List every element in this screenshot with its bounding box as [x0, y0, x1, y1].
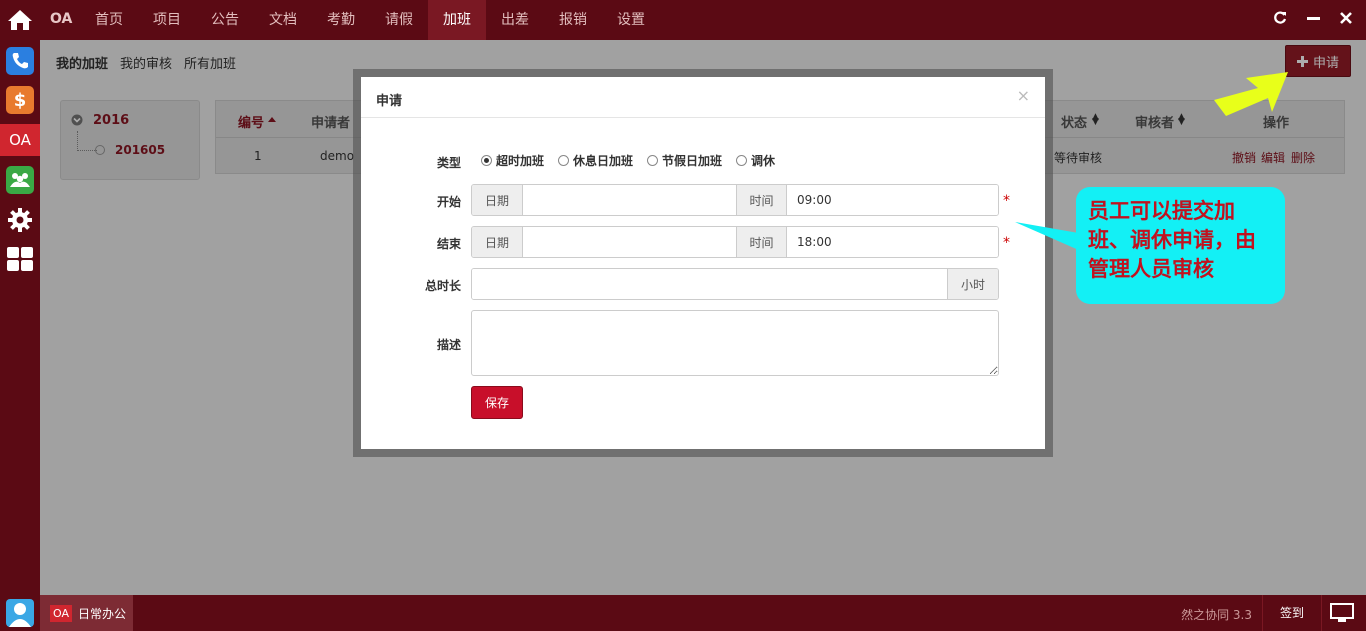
- duration-input[interactable]: [472, 269, 947, 299]
- version-label: 然之协同 3.3: [1181, 608, 1252, 622]
- desc-label: 描述: [436, 338, 461, 352]
- refresh-icon[interactable]: [1273, 11, 1287, 29]
- start-label: 开始: [436, 195, 461, 209]
- nav-leave[interactable]: 请假: [370, 0, 428, 40]
- start-input-group: 日期 时间: [471, 184, 999, 216]
- end-time-addon: 时间: [736, 227, 787, 257]
- radio-overtime[interactable]: 超时加班: [481, 152, 544, 169]
- bottom-bar: OA 日常办公 然之协同 3.3 签到: [0, 595, 1366, 631]
- radio-dot-icon: [558, 155, 569, 166]
- taskbar-oa-icon: OA: [50, 604, 72, 622]
- gear-icon[interactable]: [6, 206, 34, 234]
- window-controls: [1273, 0, 1352, 40]
- end-date-input[interactable]: [523, 227, 736, 257]
- nav-overtime[interactable]: 加班: [428, 0, 486, 40]
- phone-icon[interactable]: [6, 47, 34, 75]
- radio-weekend[interactable]: 休息日加班: [558, 152, 633, 169]
- apply-dialog: 申请 × 类型 超时加班 休息日加班 节假日加班 调休 开始 日期 时间 * 结…: [361, 77, 1045, 449]
- taskbar-label: 日常办公: [78, 606, 127, 621]
- taskbar-item[interactable]: OA 日常办公: [40, 595, 133, 631]
- nav-home[interactable]: 首页: [80, 0, 138, 40]
- end-time-input[interactable]: [787, 227, 998, 257]
- nav-trip[interactable]: 出差: [486, 0, 544, 40]
- radio-dot-icon: [481, 155, 492, 166]
- duration-input-group: 小时: [471, 268, 999, 300]
- annotation-callout: 员工可以提交加班、调休申请，由管理人员审核: [1076, 187, 1285, 304]
- top-nav: 首页 项目 公告 文档 考勤 请假 加班 出差 报销 设置: [80, 0, 660, 40]
- grid-apps-icon[interactable]: [6, 245, 34, 273]
- end-label: 结束: [436, 237, 461, 251]
- radio-weekend-label: 休息日加班: [573, 154, 634, 168]
- dollar-icon[interactable]: $: [6, 86, 34, 114]
- duration-unit-addon: 小时: [947, 269, 998, 299]
- dialog-title: 申请: [376, 94, 403, 109]
- nav-project[interactable]: 项目: [138, 0, 196, 40]
- end-date-addon: 日期: [472, 227, 523, 257]
- minimize-icon[interactable]: [1307, 11, 1320, 29]
- dialog-close-icon[interactable]: ×: [1017, 86, 1030, 105]
- nav-attendance[interactable]: 考勤: [312, 0, 370, 40]
- radio-compensatory[interactable]: 调休: [736, 152, 775, 169]
- app-dock: $ OA: [0, 40, 40, 595]
- brand-label: OA: [50, 11, 73, 27]
- start-date-input[interactable]: [523, 185, 736, 215]
- radio-holiday[interactable]: 节假日加班: [647, 152, 722, 169]
- type-label: 类型: [436, 156, 461, 170]
- required-mark: *: [1003, 193, 1010, 209]
- user-avatar-icon[interactable]: [6, 599, 34, 627]
- dialog-header: 申请 ×: [361, 77, 1045, 118]
- signin-button[interactable]: 签到: [1262, 595, 1322, 631]
- start-date-addon: 日期: [472, 185, 523, 215]
- nav-settings[interactable]: 设置: [602, 0, 660, 40]
- duration-label: 总时长: [424, 279, 461, 293]
- oa-app-icon[interactable]: OA: [0, 124, 40, 156]
- required-mark: *: [1003, 235, 1010, 251]
- start-time-addon: 时间: [736, 185, 787, 215]
- start-time-input[interactable]: [787, 185, 998, 215]
- close-icon[interactable]: [1340, 11, 1352, 29]
- desc-textarea[interactable]: [471, 310, 999, 376]
- end-input-group: 日期 时间: [471, 226, 999, 258]
- nav-announcement[interactable]: 公告: [196, 0, 254, 40]
- radio-dot-icon: [647, 155, 658, 166]
- save-button[interactable]: 保存: [471, 386, 523, 419]
- home-icon[interactable]: [0, 0, 40, 40]
- nav-document[interactable]: 文档: [254, 0, 312, 40]
- nav-expense[interactable]: 报销: [544, 0, 602, 40]
- monitor-icon[interactable]: [1330, 603, 1354, 623]
- top-bar: OA 首页 项目 公告 文档 考勤 请假 加班 出差 报销 设置: [0, 0, 1366, 40]
- radio-holiday-label: 节假日加班: [662, 154, 723, 168]
- radio-overtime-label: 超时加班: [496, 154, 545, 168]
- group-icon[interactable]: [6, 166, 34, 194]
- radio-dot-icon: [736, 155, 747, 166]
- radio-compensatory-label: 调休: [751, 154, 776, 168]
